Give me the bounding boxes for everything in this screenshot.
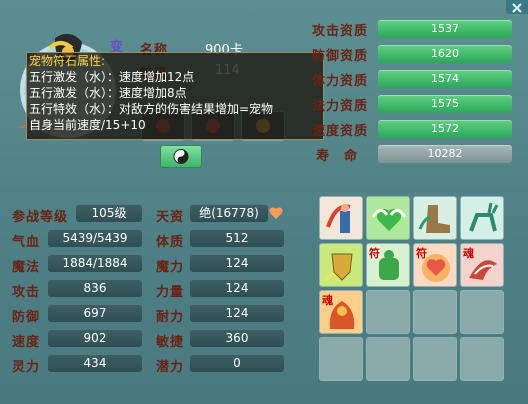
stat-label: 速度 <box>12 335 41 350</box>
stat-label: 天资 <box>156 210 185 225</box>
fighter-skill-icon <box>326 204 351 233</box>
aptitude-label-speed: 速度资质 <box>312 124 369 139</box>
heart-icon[interactable] <box>267 204 285 222</box>
skill-slot[interactable] <box>366 196 410 240</box>
aptitude-label-stamina: 体力资质 <box>312 74 369 89</box>
stat-label: 气血 <box>12 235 41 250</box>
boot-icon <box>418 205 450 233</box>
stat-value: 360 <box>190 329 284 347</box>
aptitude-bar-speed: 1572 <box>378 120 512 138</box>
stat-label: 防御 <box>12 310 41 325</box>
aptitude-label-attack: 攻击资质 <box>312 24 369 39</box>
close-icon <box>512 3 522 13</box>
empty-skill-slot[interactable] <box>460 290 504 334</box>
rune-mark: 符 <box>416 247 427 260</box>
stat-label: 力量 <box>156 285 185 300</box>
soul-mark: 魂 <box>463 247 474 260</box>
stat-value: 124 <box>190 279 284 297</box>
stat-label: 潜力 <box>156 360 185 375</box>
stat-value: 512 <box>190 229 284 247</box>
lifespan-label: 寿 命 <box>316 149 359 164</box>
skill-slot[interactable] <box>319 243 363 287</box>
stat-label: 耐力 <box>156 310 185 325</box>
skill-slot[interactable] <box>319 196 363 240</box>
stat-value: 124 <box>190 304 284 322</box>
aptitude-label-magic: 法力资质 <box>312 99 369 114</box>
stat-label: 敏捷 <box>156 335 185 350</box>
tooltip-line: 五行激发（水）：速度增加8点 <box>29 86 187 100</box>
soul-mark: 魂 <box>322 294 333 307</box>
talent-value: 绝(16778) <box>190 204 268 222</box>
tooltip-line: 五行特效（水）：对敌方的伤害结果增加=宠物 <box>29 102 274 116</box>
empty-skill-slot[interactable] <box>413 290 457 334</box>
skill-slot[interactable]: 符 <box>413 243 457 287</box>
aptitude-label-defense: 防御资质 <box>312 49 369 64</box>
stat-label: 参战等级 <box>12 210 69 225</box>
skill-slot[interactable]: 魂 <box>460 243 504 287</box>
stat-value: 0 <box>190 354 284 372</box>
skill-slot[interactable]: 魂 <box>319 290 363 334</box>
close-button[interactable] <box>506 0 528 14</box>
antelope-icon <box>469 202 499 232</box>
rune-attribute-tooltip: 宠物符石属性: 五行激发（水）：速度增加12点 五行激发（水）：速度增加8点 五… <box>26 52 324 140</box>
aptitude-bar-defense: 1620 <box>378 45 512 63</box>
stat-label: 魔法 <box>12 260 41 275</box>
stat-label: 灵力 <box>12 360 41 375</box>
tooltip-line: 自身当前速度/15+10 <box>29 118 146 132</box>
tooltip-title: 宠物符石属性: <box>29 54 106 68</box>
rune-mark: 符 <box>369 245 380 261</box>
stat-value: 1884/1884 <box>48 254 142 272</box>
yin-yang-icon <box>173 149 189 164</box>
empty-skill-slot[interactable] <box>319 337 363 381</box>
skill-slot[interactable] <box>413 196 457 240</box>
pet-attribute-panel: 变 名称 900卡 等级 114 宠物符石属性: 五行激发（水）：速度增加12点… <box>0 0 528 404</box>
skill-slot[interactable]: 符 <box>366 243 410 287</box>
empty-skill-slot[interactable] <box>460 337 504 381</box>
wing-heart-icon <box>371 208 407 231</box>
stat-label: 魔力 <box>156 260 185 275</box>
five-elements-button[interactable] <box>160 145 202 168</box>
stat-value: 105级 <box>76 204 142 222</box>
empty-skill-slot[interactable] <box>366 337 410 381</box>
stat-value: 124 <box>190 254 284 272</box>
aptitude-bar-attack: 1537 <box>378 20 512 38</box>
empty-skill-slot[interactable] <box>413 337 457 381</box>
aptitude-bar-stamina: 1574 <box>378 70 512 88</box>
aptitude-bar-magic: 1575 <box>378 95 512 113</box>
stat-value: 5439/5439 <box>48 229 142 247</box>
skill-slot[interactable] <box>460 196 504 240</box>
stat-value: 836 <box>48 279 142 297</box>
stat-label: 体质 <box>156 235 185 250</box>
stat-label: 攻击 <box>12 285 41 300</box>
skills-grid: 符 符 魂 魂 <box>316 192 512 384</box>
stat-value: 697 <box>48 304 142 322</box>
shield-icon <box>325 253 353 282</box>
lifespan-bar: 10282 <box>378 145 512 163</box>
stat-value: 434 <box>48 354 142 372</box>
stat-value: 902 <box>48 329 142 347</box>
tooltip-line: 五行激发（水）：速度增加12点 <box>29 70 195 84</box>
empty-skill-slot[interactable] <box>366 290 410 334</box>
